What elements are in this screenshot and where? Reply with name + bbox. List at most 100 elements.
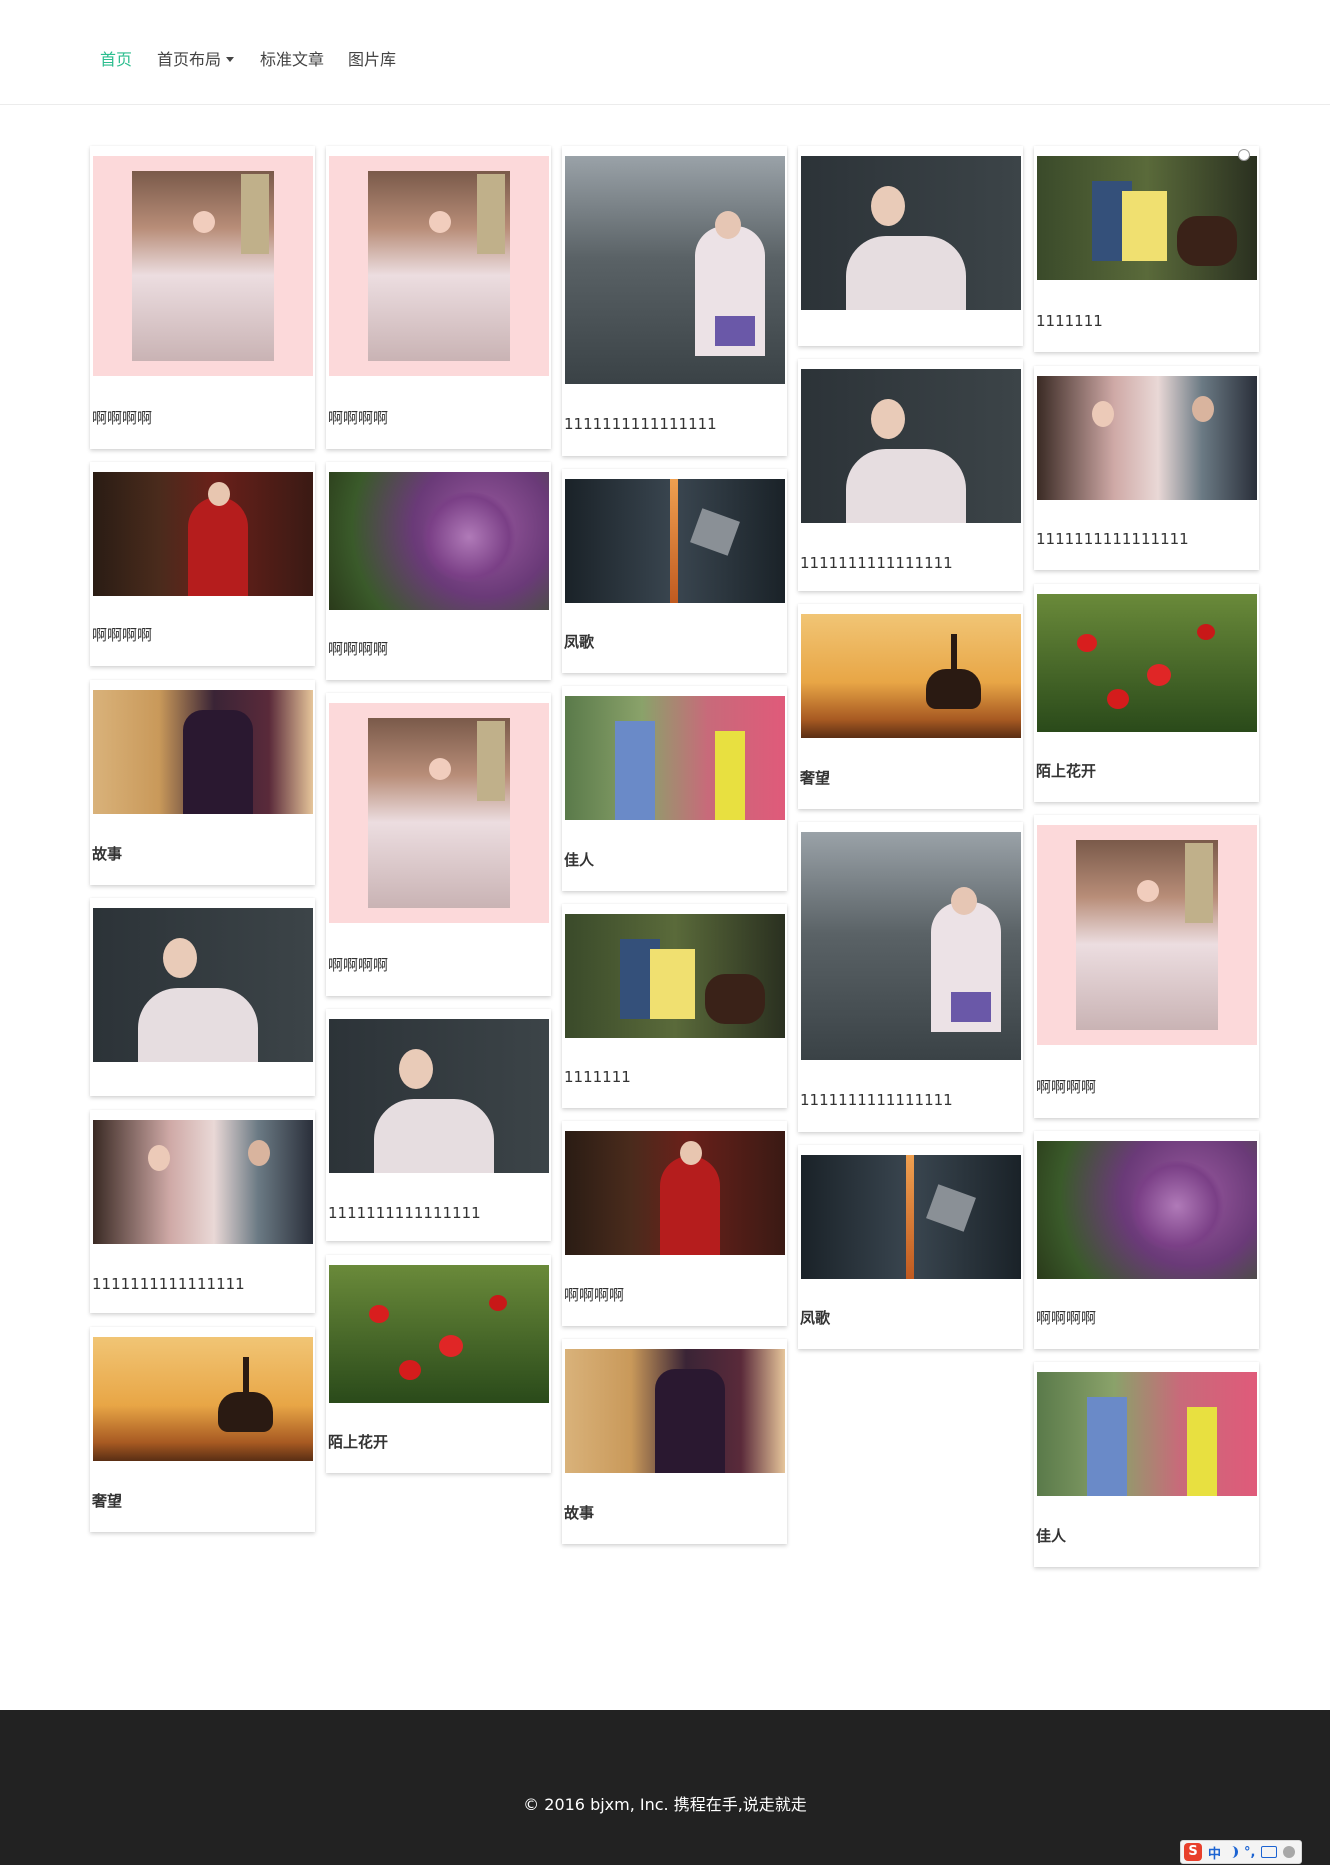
card-caption: 佳人 [564, 851, 595, 869]
user-icon[interactable] [1283, 1846, 1296, 1858]
card-image [329, 472, 549, 610]
riding-couple-image [565, 914, 785, 1038]
nav-gallery[interactable]: 图片库 [348, 49, 396, 71]
gallery-card[interactable]: 1111111 [562, 904, 787, 1108]
deer-sunset-image [801, 614, 1021, 738]
gallery-card[interactable]: 1111111111111111 [326, 1009, 551, 1241]
gallery-card[interactable]: 陌上花开 [326, 1255, 551, 1473]
card-caption: 奢望 [800, 769, 831, 787]
card-caption: 啊啊啊啊 [328, 956, 389, 974]
footer: © 2016 bjxm, Inc. 携程在手,说走就走 [0, 1710, 1330, 1865]
gallery-card[interactable]: 1111111111111111 [798, 359, 1023, 591]
gallery-card[interactable]: 啊啊啊啊 [90, 146, 315, 449]
couple-drama-image [1037, 376, 1257, 500]
gallery-card[interactable]: 啊啊啊啊 [326, 462, 551, 680]
card-caption: 1111111111111111 [1036, 530, 1189, 548]
card-caption: 1111111111111111 [328, 1204, 481, 1222]
card-caption: 陌上花开 [1036, 762, 1097, 780]
gallery-card[interactable]: 啊啊啊啊 [326, 693, 551, 996]
caret-down-icon [226, 57, 235, 62]
gallery-card[interactable]: 故事 [90, 680, 315, 885]
card-image [329, 156, 549, 376]
keyboard-icon[interactable] [1261, 1846, 1278, 1858]
girl-kimono-pink-frame-image [93, 156, 313, 376]
card-image [1037, 1141, 1257, 1279]
girl-kimono-pink-frame-image [329, 703, 549, 923]
card-image [1037, 594, 1257, 732]
street-kimono-girl-image [565, 156, 785, 384]
gallery-card[interactable]: 故事 [562, 1339, 787, 1544]
card-image [801, 1155, 1021, 1279]
nav-standard-articles[interactable]: 标准文章 [260, 49, 324, 71]
gallery-card[interactable] [798, 146, 1023, 346]
gallery-card[interactable]: 啊啊啊啊 [1034, 1131, 1259, 1349]
card-image [329, 1265, 549, 1403]
gallery-card[interactable]: 佳人 [562, 686, 787, 891]
gallery-card[interactable]: 1111111111111111 [798, 822, 1023, 1132]
gallery-card[interactable]: 啊啊啊啊 [1034, 815, 1259, 1118]
gallery-card[interactable]: 啊啊啊啊 [562, 1121, 787, 1326]
gallery-card[interactable]: 奢望 [798, 604, 1023, 809]
gallery-card[interactable] [90, 898, 315, 1096]
card-image [801, 614, 1021, 738]
lilac-flowers-image [1037, 1141, 1257, 1279]
ime-mode-toggle[interactable]: 中 [1208, 1843, 1221, 1862]
gallery-card[interactable]: 陌上花开 [1034, 584, 1259, 802]
girl-kimono-dark-image [93, 908, 313, 1062]
red-dress-woman-image [93, 472, 313, 596]
card-caption: 1111111111111111 [564, 415, 717, 433]
card-image [93, 156, 313, 376]
card-image [1037, 156, 1257, 280]
gallery-card[interactable]: 1111111111111111 [1034, 366, 1259, 570]
card-image [93, 1120, 313, 1244]
card-caption: 故事 [92, 845, 123, 863]
card-image [93, 1337, 313, 1461]
drama-poster-man-image [93, 690, 313, 814]
card-caption: 故事 [564, 1504, 595, 1522]
girl-kimono-dark-image [801, 369, 1021, 523]
card-caption: 1111111 [564, 1068, 631, 1086]
deer-sunset-image [93, 1337, 313, 1461]
gallery-card[interactable]: 佳人 [1034, 1362, 1259, 1567]
card-caption: 1111111111111111 [800, 554, 953, 572]
girl-kimono-dark-image [329, 1019, 549, 1173]
card-caption: 啊啊啊啊 [92, 409, 153, 427]
card-image [1037, 1372, 1257, 1496]
ime-punctuation-toggle[interactable]: °, [1244, 1845, 1255, 1860]
footer-copyright: © 2016 bjxm, Inc. 携程在手,说走就走 [523, 1795, 807, 1814]
nav-home-layout-label: 首页布局 [157, 50, 222, 69]
garden-drama-scene-image [1037, 1372, 1257, 1496]
card-image [93, 908, 313, 1062]
card-caption: 啊啊啊啊 [92, 626, 153, 644]
card-image [801, 832, 1021, 1060]
card-caption: 啊啊啊啊 [564, 1286, 625, 1304]
card-image [565, 914, 785, 1038]
gallery-card[interactable]: 1111111 [1034, 146, 1259, 352]
card-caption: 啊啊啊啊 [328, 409, 389, 427]
garden-drama-scene-image [565, 696, 785, 820]
girl-kimono-pink-frame-image [1037, 825, 1257, 1045]
nav-home[interactable]: 首页 [100, 49, 132, 71]
gallery-card[interactable]: 1111111111111111 [562, 146, 787, 456]
gallery-card[interactable]: 凤歌 [562, 469, 787, 673]
riding-couple-image [1037, 156, 1257, 280]
red-poppies-image [1037, 594, 1257, 732]
gallery-card[interactable]: 1111111111111111 [90, 1110, 315, 1313]
gallery-card[interactable]: 啊啊啊啊 [90, 462, 315, 666]
card-caption: 陌上花开 [328, 1433, 389, 1451]
lilac-flowers-image [329, 472, 549, 610]
card-caption: 啊啊啊啊 [1036, 1078, 1097, 1096]
card-image [93, 690, 313, 814]
zoom-icon[interactable] [1238, 149, 1250, 161]
moon-icon[interactable] [1227, 1846, 1239, 1858]
card-image [565, 156, 785, 384]
couple-drama-image [93, 1120, 313, 1244]
nav-home-layout-dropdown[interactable]: 首页布局 [157, 49, 235, 71]
gallery-card[interactable]: 凤歌 [798, 1145, 1023, 1349]
top-navbar: 首页 首页布局 标准文章 图片库 [0, 0, 1330, 105]
red-dress-woman-image [565, 1131, 785, 1255]
card-image [565, 1349, 785, 1473]
gallery-card[interactable]: 啊啊啊啊 [326, 146, 551, 449]
gallery-card[interactable]: 奢望 [90, 1327, 315, 1532]
ime-toolbar[interactable]: S 中 °, [1180, 1840, 1303, 1864]
